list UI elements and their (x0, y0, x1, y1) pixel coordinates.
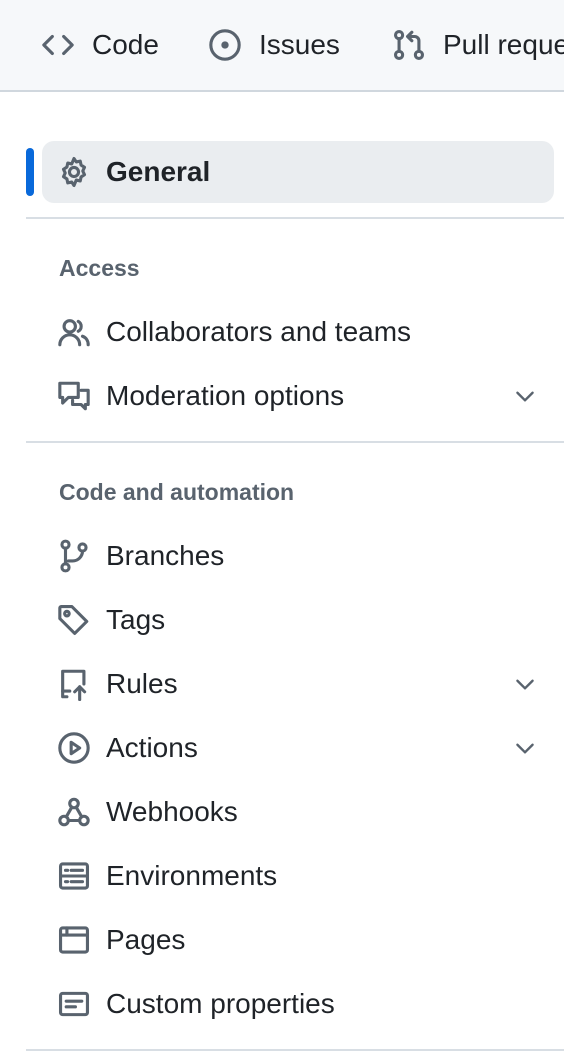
active-item-indicator (26, 148, 34, 196)
tag-icon (56, 602, 92, 638)
tab-code[interactable]: Code (40, 25, 159, 65)
sidebar-item-collaborators[interactable]: Collaborators and teams (42, 301, 554, 363)
people-icon (56, 314, 92, 350)
section-divider (26, 217, 564, 219)
sidebar-item-actions[interactable]: Actions (42, 717, 554, 779)
play-icon (56, 730, 92, 766)
tab-pull-requests-label: Pull reque (443, 29, 564, 60)
sidebar-item-label: Rules (106, 668, 178, 699)
sidebar-item-environments[interactable]: Environments (42, 845, 554, 907)
section-divider (26, 441, 564, 443)
sidebar-item-label: Branches (106, 540, 225, 571)
sidebar-item-label: Webhooks (106, 796, 238, 827)
git-branch-icon (56, 538, 92, 574)
sidebar-item-label: Collaborators and teams (106, 316, 412, 347)
browser-icon (56, 922, 92, 958)
comment-discussion-icon (56, 378, 92, 414)
note-icon (56, 986, 92, 1022)
sidebar-item-pages[interactable]: Pages (42, 909, 554, 971)
sidebar-item-rules[interactable]: Rules (42, 653, 554, 715)
issue-opened-icon (207, 27, 243, 63)
sidebar-item-label: Environments (106, 860, 278, 891)
tab-pull-requests[interactable]: Pull reque (391, 25, 564, 65)
chevron-down-icon[interactable] (510, 733, 540, 763)
sidebar-item-general[interactable]: General (42, 141, 554, 203)
sidebar-item-label: Custom properties (106, 988, 335, 1019)
sidebar-item-label: Tags (106, 604, 166, 635)
sidebar-item-webhooks[interactable]: Webhooks (42, 781, 554, 843)
sidebar-item-label: Actions (106, 732, 198, 763)
repo-nav: Code Issues Pull reque (0, 0, 564, 92)
tab-issues[interactable]: Issues (207, 25, 340, 65)
gear-icon (56, 154, 92, 190)
chevron-down-icon[interactable] (510, 381, 540, 411)
section-heading-code-and-automation: Code and automation (59, 479, 295, 505)
tab-code-label: Code (92, 29, 159, 60)
sidebar-item-custom-properties[interactable]: Custom properties (42, 973, 554, 1035)
sidebar-item-label: Pages (106, 924, 186, 955)
sidebar-item-label: Moderation options (106, 380, 345, 411)
chevron-down-icon[interactable] (510, 669, 540, 699)
sidebar-item-moderation-options[interactable]: Moderation options (42, 365, 554, 427)
git-pull-request-icon (391, 27, 427, 63)
settings-sidebar: General Access Collaborators and teams M… (0, 92, 564, 1058)
sidebar-item-tags[interactable]: Tags (42, 589, 554, 651)
server-icon (56, 858, 92, 894)
tab-issues-label: Issues (259, 29, 340, 60)
section-heading-access: Access (59, 255, 140, 281)
sidebar-item-branches[interactable]: Branches (42, 525, 554, 587)
repo-push-icon (56, 666, 92, 702)
section-divider (26, 1049, 564, 1051)
sidebar-item-general-label: General (106, 156, 211, 187)
code-icon (40, 27, 76, 63)
webhook-icon (56, 794, 92, 830)
